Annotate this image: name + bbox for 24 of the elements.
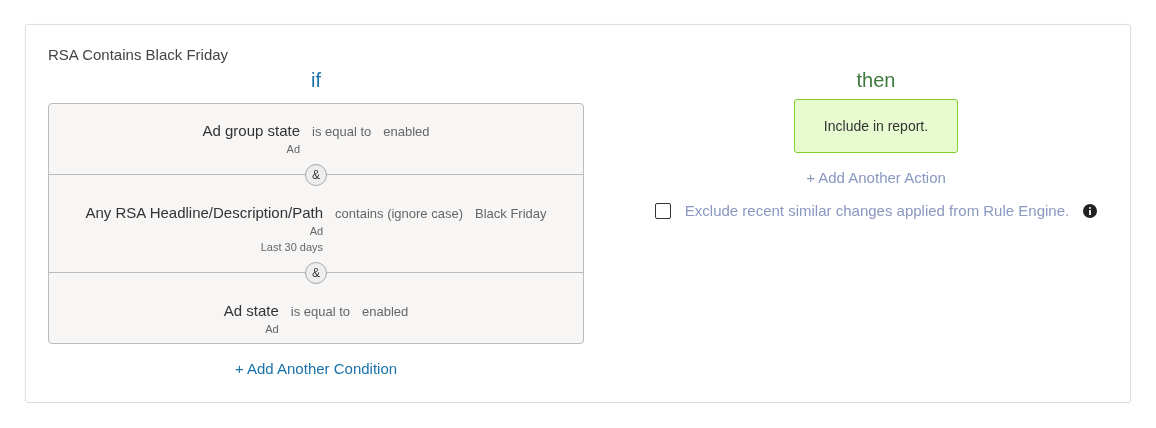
condition-operator: is equal to xyxy=(290,304,350,319)
condition-operator: contains (ignore case) xyxy=(335,206,463,221)
exclude-label: Exclude recent similar changes applied from Rule Engine. xyxy=(684,202,1070,219)
condition-scope: Ad xyxy=(309,225,324,237)
condition-scope: Ad xyxy=(265,323,279,335)
condition-value: enabled xyxy=(362,304,409,319)
condition-value: enabled xyxy=(383,124,430,139)
then-heading: then xyxy=(856,69,896,93)
condition-field: Ad group state xyxy=(202,122,300,139)
and-badge: & xyxy=(305,164,327,186)
condition-value: Black Friday xyxy=(475,206,547,221)
condition-operator: is equal to xyxy=(312,124,372,139)
rule-title: RSA Contains Black Friday xyxy=(48,46,230,63)
if-heading: if xyxy=(311,69,321,93)
and-badge: & xyxy=(305,262,327,284)
info-icon[interactable] xyxy=(1083,203,1098,218)
condition-scope: Last 30 days xyxy=(260,241,324,253)
add-condition-link[interactable]: + Add Another Condition xyxy=(234,360,398,377)
checkbox[interactable] xyxy=(654,202,671,219)
action-box[interactable]: Include in report. xyxy=(794,99,958,153)
add-action-link[interactable]: + Add Another Action xyxy=(806,169,946,186)
condition-field: Ad state xyxy=(223,302,279,319)
condition-field: Any RSA Headline/Description/Path xyxy=(85,204,324,221)
condition-scope: Ad xyxy=(286,143,300,155)
